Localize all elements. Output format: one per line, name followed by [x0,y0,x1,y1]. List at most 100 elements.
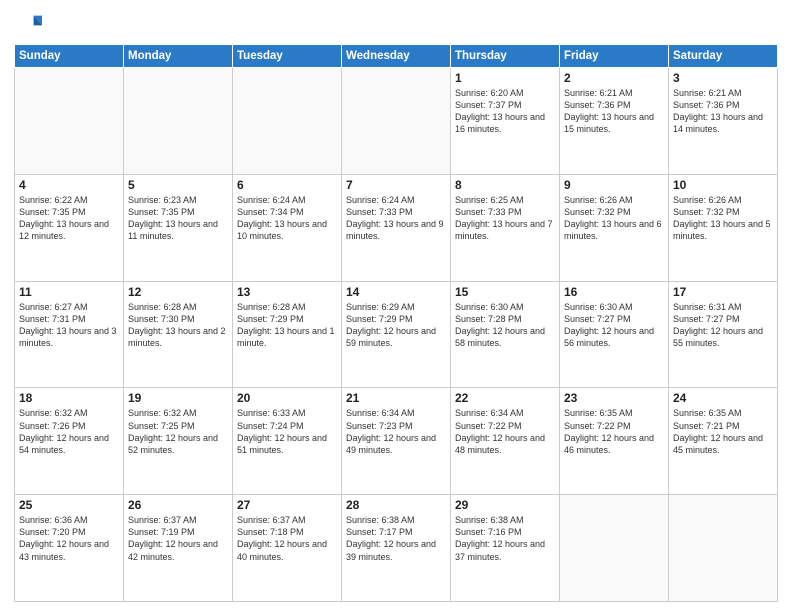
day-info: Sunrise: 6:21 AM Sunset: 7:36 PM Dayligh… [673,87,773,136]
day-number: 28 [346,498,446,512]
day-number: 14 [346,285,446,299]
calendar-cell: 15 Sunrise: 6:30 AM Sunset: 7:28 PM Dayli… [451,281,560,388]
day-info: Sunrise: 6:35 AM Sunset: 7:22 PM Dayligh… [564,407,664,456]
calendar-cell: 18 Sunrise: 6:32 AM Sunset: 7:26 PM Dayli… [15,388,124,495]
calendar-cell: 20 Sunrise: 6:33 AM Sunset: 7:24 PM Dayli… [233,388,342,495]
calendar-cell: 13 Sunrise: 6:28 AM Sunset: 7:29 PM Dayli… [233,281,342,388]
calendar-cell: 6 Sunrise: 6:24 AM Sunset: 7:34 PM Daylig… [233,174,342,281]
day-number: 12 [128,285,228,299]
calendar-cell: 5 Sunrise: 6:23 AM Sunset: 7:35 PM Daylig… [124,174,233,281]
day-info: Sunrise: 6:32 AM Sunset: 7:26 PM Dayligh… [19,407,119,456]
day-number: 17 [673,285,773,299]
day-info: Sunrise: 6:26 AM Sunset: 7:32 PM Dayligh… [673,194,773,243]
day-number: 24 [673,391,773,405]
day-number: 25 [19,498,119,512]
day-info: Sunrise: 6:36 AM Sunset: 7:20 PM Dayligh… [19,514,119,563]
calendar-cell: 4 Sunrise: 6:22 AM Sunset: 7:35 PM Daylig… [15,174,124,281]
day-number: 5 [128,178,228,192]
calendar-cell: 22 Sunrise: 6:34 AM Sunset: 7:22 PM Dayli… [451,388,560,495]
weekday-sunday: Sunday [15,45,124,68]
day-number: 9 [564,178,664,192]
day-number: 27 [237,498,337,512]
day-number: 4 [19,178,119,192]
day-info: Sunrise: 6:21 AM Sunset: 7:36 PM Dayligh… [564,87,664,136]
calendar-cell [233,68,342,175]
calendar-cell: 26Sunrise: 6:37 AM Sunset: 7:19 PM Dayli… [124,495,233,602]
day-info: Sunrise: 6:34 AM Sunset: 7:22 PM Dayligh… [455,407,555,456]
day-info: Sunrise: 6:30 AM Sunset: 7:28 PM Dayligh… [455,301,555,350]
calendar-week-2: 11 Sunrise: 6:27 AM Sunset: 7:31 PM Dayli… [15,281,778,388]
calendar-cell: 19Sunrise: 6:32 AM Sunset: 7:25 PM Dayli… [124,388,233,495]
calendar-cell: 17 Sunrise: 6:31 AM Sunset: 7:27 PM Dayli… [669,281,778,388]
weekday-monday: Monday [124,45,233,68]
weekday-thursday: Thursday [451,45,560,68]
day-info: Sunrise: 6:35 AM Sunset: 7:21 PM Dayligh… [673,407,773,456]
day-number: 22 [455,391,555,405]
calendar-cell: 11 Sunrise: 6:27 AM Sunset: 7:31 PM Dayli… [15,281,124,388]
calendar-cell: 12 Sunrise: 6:28 AM Sunset: 7:30 PM Dayli… [124,281,233,388]
day-info: Sunrise: 6:34 AM Sunset: 7:23 PM Dayligh… [346,407,446,456]
calendar-week-3: 18 Sunrise: 6:32 AM Sunset: 7:26 PM Dayli… [15,388,778,495]
calendar-cell [342,68,451,175]
calendar-week-1: 4 Sunrise: 6:22 AM Sunset: 7:35 PM Daylig… [15,174,778,281]
calendar-cell: 1 Sunrise: 6:20 AM Sunset: 7:37 PM Daylig… [451,68,560,175]
day-number: 13 [237,285,337,299]
day-number: 8 [455,178,555,192]
day-number: 7 [346,178,446,192]
day-number: 15 [455,285,555,299]
calendar-header: SundayMondayTuesdayWednesdayThursdayFrid… [15,45,778,68]
calendar-cell: 14 Sunrise: 6:29 AM Sunset: 7:29 PM Dayli… [342,281,451,388]
calendar-cell: 8Sunrise: 6:25 AM Sunset: 7:33 PM Daylig… [451,174,560,281]
day-info: Sunrise: 6:27 AM Sunset: 7:31 PM Dayligh… [19,301,119,350]
weekday-tuesday: Tuesday [233,45,342,68]
day-info: Sunrise: 6:33 AM Sunset: 7:24 PM Dayligh… [237,407,337,456]
day-info: Sunrise: 6:31 AM Sunset: 7:27 PM Dayligh… [673,301,773,350]
day-number: 19 [128,391,228,405]
weekday-saturday: Saturday [669,45,778,68]
calendar-cell: 25 Sunrise: 6:36 AM Sunset: 7:20 PM Dayli… [15,495,124,602]
day-number: 20 [237,391,337,405]
logo-icon [14,10,42,38]
day-number: 26 [128,498,228,512]
calendar-cell [15,68,124,175]
day-info: Sunrise: 6:38 AM Sunset: 7:17 PM Dayligh… [346,514,446,563]
calendar-cell: 21 Sunrise: 6:34 AM Sunset: 7:23 PM Dayli… [342,388,451,495]
day-number: 2 [564,71,664,85]
calendar-cell: 28 Sunrise: 6:38 AM Sunset: 7:17 PM Dayli… [342,495,451,602]
day-number: 21 [346,391,446,405]
calendar-body: 1 Sunrise: 6:20 AM Sunset: 7:37 PM Daylig… [15,68,778,602]
calendar-cell [669,495,778,602]
day-info: Sunrise: 6:24 AM Sunset: 7:34 PM Dayligh… [237,194,337,243]
day-info: Sunrise: 6:28 AM Sunset: 7:30 PM Dayligh… [128,301,228,350]
day-info: Sunrise: 6:23 AM Sunset: 7:35 PM Dayligh… [128,194,228,243]
weekday-wednesday: Wednesday [342,45,451,68]
day-info: Sunrise: 6:24 AM Sunset: 7:33 PM Dayligh… [346,194,446,243]
day-number: 29 [455,498,555,512]
day-info: Sunrise: 6:37 AM Sunset: 7:18 PM Dayligh… [237,514,337,563]
day-number: 16 [564,285,664,299]
day-info: Sunrise: 6:26 AM Sunset: 7:32 PM Dayligh… [564,194,664,243]
calendar-cell: 29 Sunrise: 6:38 AM Sunset: 7:16 PM Dayli… [451,495,560,602]
day-info: Sunrise: 6:38 AM Sunset: 7:16 PM Dayligh… [455,514,555,563]
calendar-cell [560,495,669,602]
day-number: 18 [19,391,119,405]
day-number: 6 [237,178,337,192]
day-info: Sunrise: 6:22 AM Sunset: 7:35 PM Dayligh… [19,194,119,243]
calendar-cell: 16 Sunrise: 6:30 AM Sunset: 7:27 PM Dayli… [560,281,669,388]
page: SundayMondayTuesdayWednesdayThursdayFrid… [0,0,792,612]
calendar-cell: 10 Sunrise: 6:26 AM Sunset: 7:32 PM Dayli… [669,174,778,281]
day-info: Sunrise: 6:29 AM Sunset: 7:29 PM Dayligh… [346,301,446,350]
calendar-cell: 24 Sunrise: 6:35 AM Sunset: 7:21 PM Dayli… [669,388,778,495]
logo [14,10,46,38]
calendar-cell: 2 Sunrise: 6:21 AM Sunset: 7:36 PM Daylig… [560,68,669,175]
day-number: 10 [673,178,773,192]
calendar-week-0: 1 Sunrise: 6:20 AM Sunset: 7:37 PM Daylig… [15,68,778,175]
day-number: 11 [19,285,119,299]
calendar-cell: 3Sunrise: 6:21 AM Sunset: 7:36 PM Daylig… [669,68,778,175]
day-info: Sunrise: 6:30 AM Sunset: 7:27 PM Dayligh… [564,301,664,350]
day-info: Sunrise: 6:28 AM Sunset: 7:29 PM Dayligh… [237,301,337,350]
calendar-week-4: 25 Sunrise: 6:36 AM Sunset: 7:20 PM Dayli… [15,495,778,602]
day-info: Sunrise: 6:20 AM Sunset: 7:37 PM Dayligh… [455,87,555,136]
calendar-cell: 7 Sunrise: 6:24 AM Sunset: 7:33 PM Daylig… [342,174,451,281]
day-number: 1 [455,71,555,85]
